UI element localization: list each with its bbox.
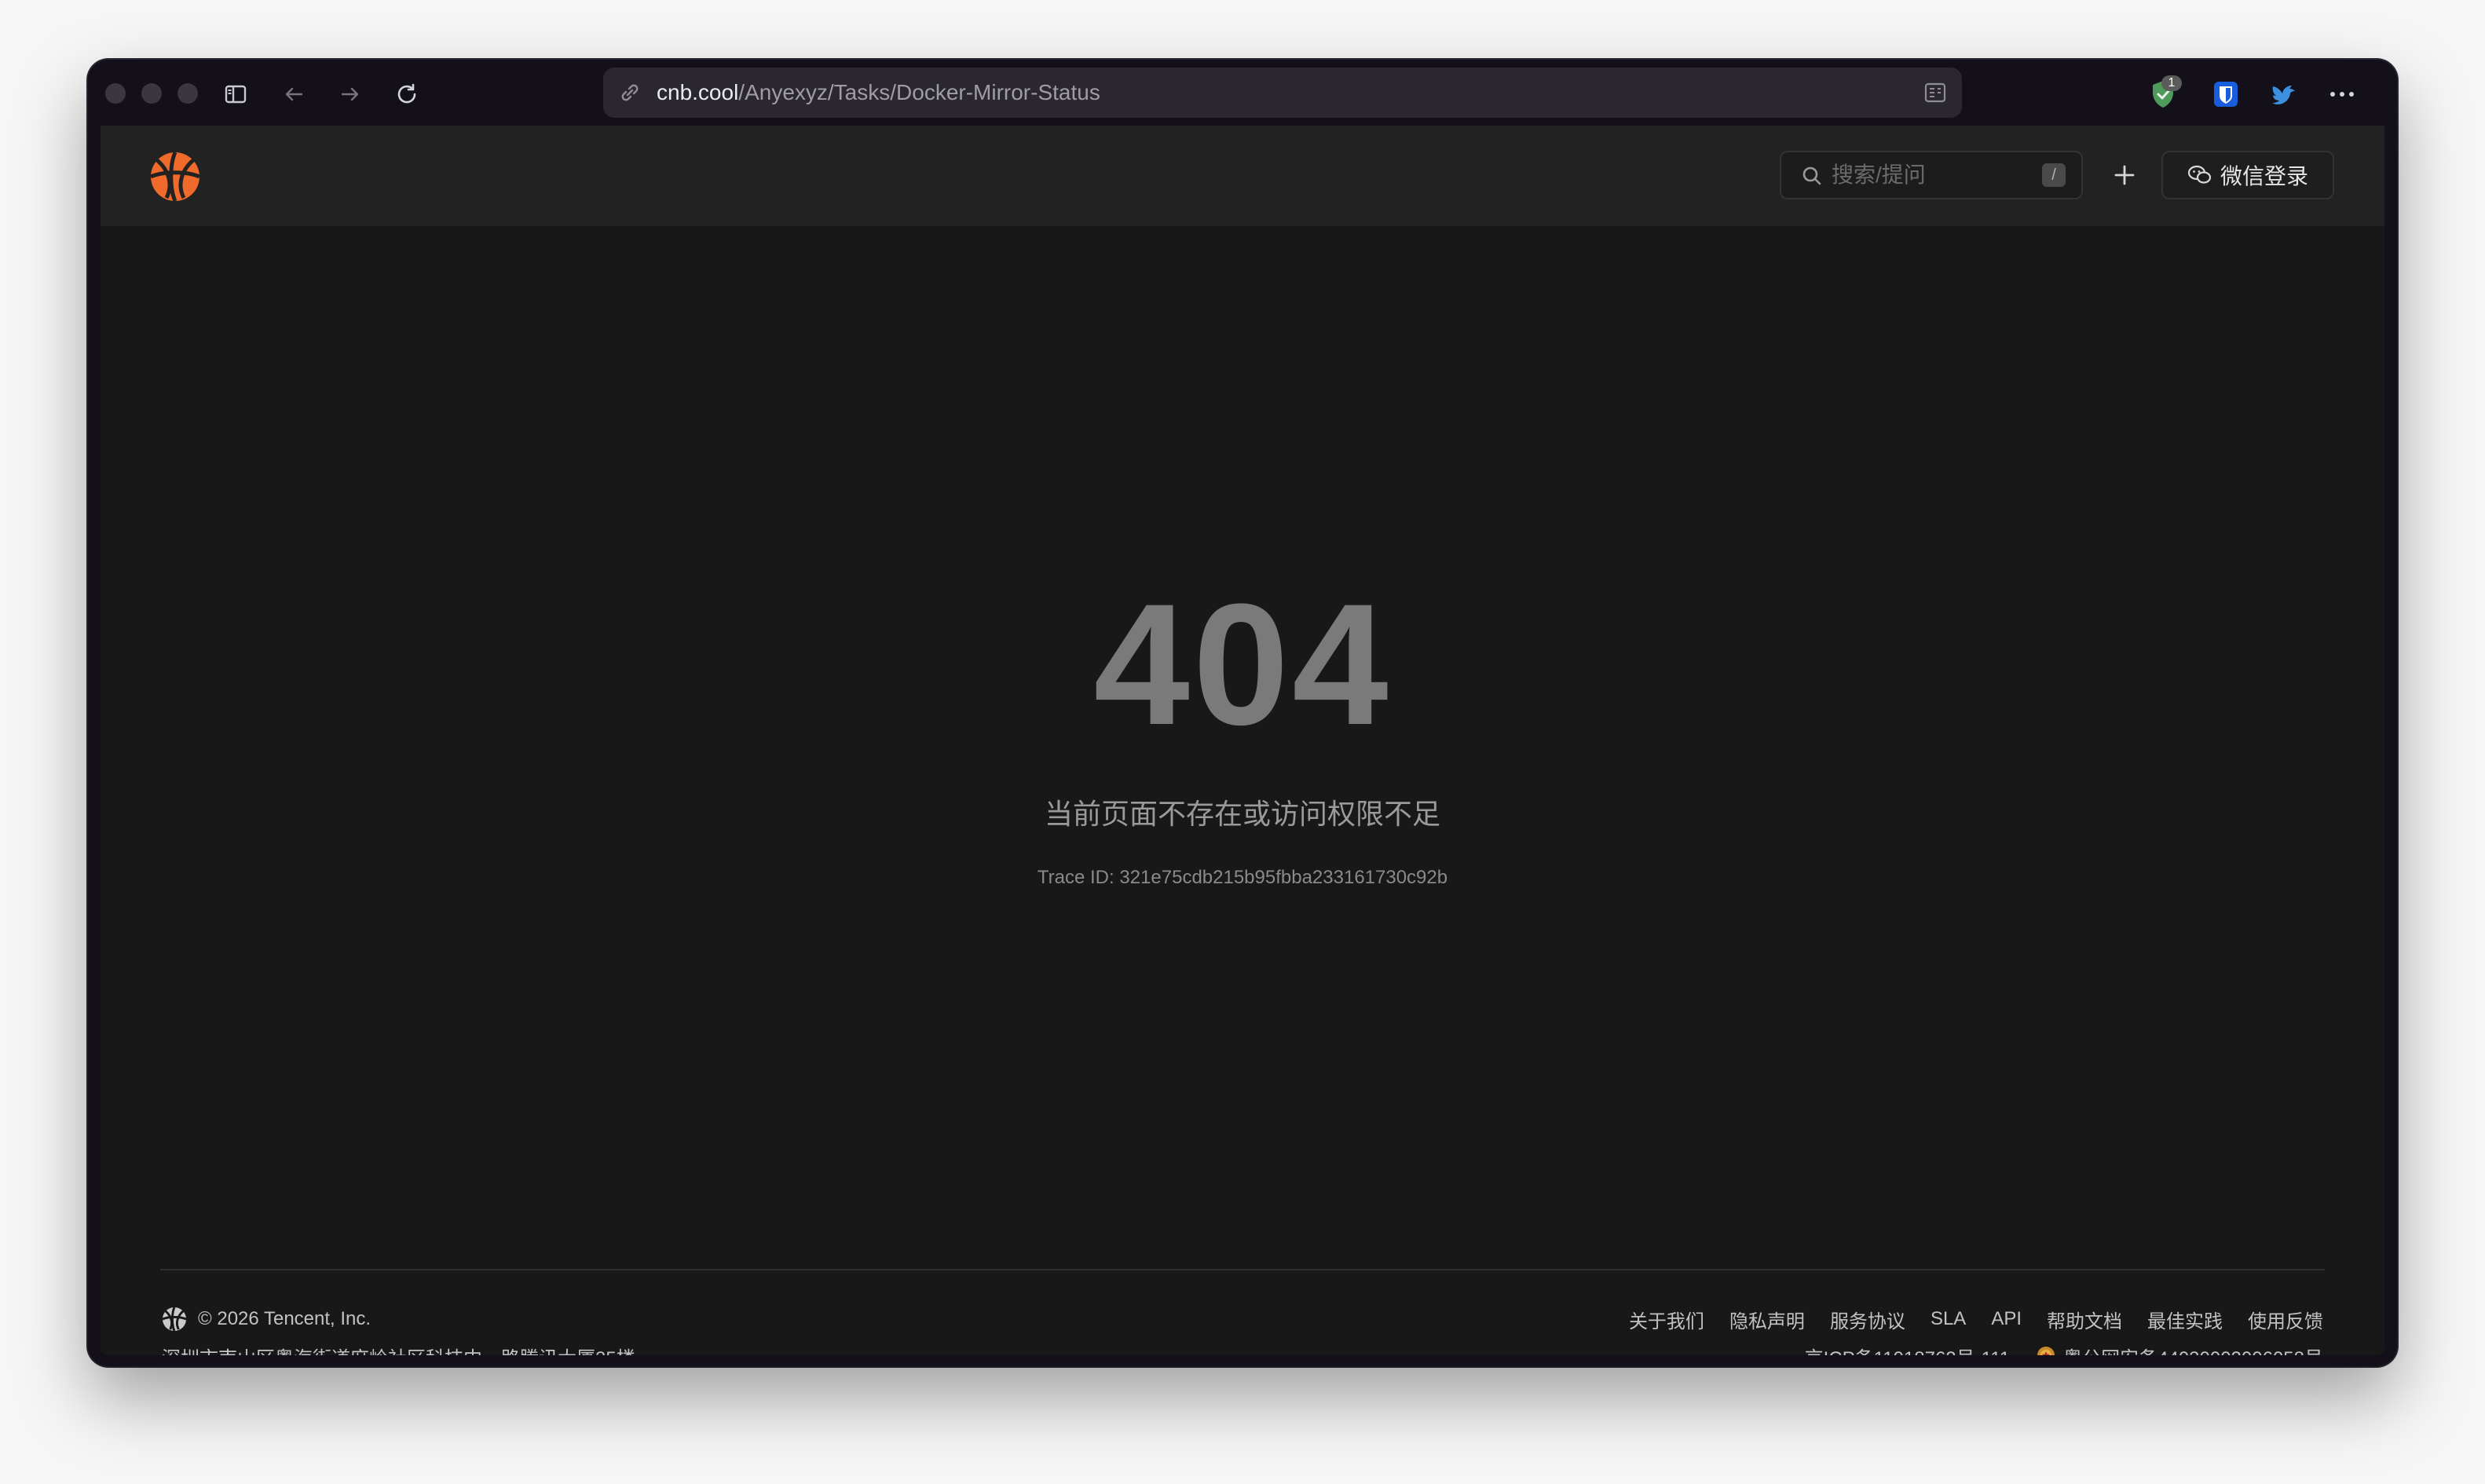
cnb-logo-icon[interactable]	[149, 151, 201, 203]
reload-button[interactable]	[390, 77, 424, 111]
footer-link-api[interactable]: API	[1991, 1308, 2022, 1330]
browser-window: cnb.cool/Anyexyz/Tasks/Docker-Mirror-Sta…	[88, 60, 2397, 1366]
minimize-window-button[interactable]	[141, 83, 162, 104]
copyright-text: © 2026 Tencent, Inc.	[198, 1308, 371, 1329]
footer-info: © 2026 Tencent, Inc. 深圳市南山区粤海街道麻岭社区科技中一路…	[162, 1305, 635, 1355]
footer-link-about[interactable]: 关于我们	[1629, 1306, 1704, 1333]
sidebar-toggle-icon[interactable]	[218, 77, 253, 111]
shield-extension-icon[interactable]: 1	[2144, 75, 2182, 113]
footer-links: 关于我们 隐私声明 服务协议 SLA API 帮助文档 最佳实践 使用反馈	[1629, 1305, 2323, 1333]
bitwarden-icon[interactable]	[2207, 75, 2245, 113]
footer-link-privacy[interactable]: 隐私声明	[1729, 1306, 1805, 1333]
icp-link[interactable]: 京ICP备11018762号-111	[1805, 1343, 2010, 1355]
bird-extension-icon[interactable]	[2265, 75, 2303, 113]
page-viewport: 搜索/提问 / 微信登录 404 当前页面不存在或访问权限不足 Trace ID…	[101, 126, 2384, 1355]
police-badge-icon	[2037, 1346, 2055, 1355]
error-message: 当前页面不存在或访问权限不足	[1044, 798, 1440, 830]
footer-link-feedback[interactable]: 使用反馈	[2248, 1306, 2323, 1333]
error-code: 404	[1093, 568, 1392, 761]
trace-id: Trace ID: 321e75cdb215b95fbba233161730c9…	[1037, 867, 1448, 888]
plus-icon	[2114, 165, 2135, 185]
footer-registration: 京ICP备11018762号-111 粤公网安备44030002006058号	[1805, 1343, 2323, 1355]
search-box[interactable]: 搜索/提问 /	[1780, 151, 2083, 199]
back-button[interactable]	[276, 77, 311, 111]
footer-address: 深圳市南山区粤海街道麻岭社区科技中一路腾讯大厦35楼	[162, 1343, 635, 1355]
link-icon	[621, 84, 639, 101]
police-record[interactable]: 粤公网安备44030002006058号	[2035, 1343, 2323, 1355]
footer-copyright: © 2026 Tencent, Inc.	[162, 1305, 635, 1333]
reader-view-icon[interactable]	[1923, 80, 1948, 105]
footer-divider	[160, 1269, 2325, 1270]
forward-button[interactable]	[333, 77, 368, 111]
extension-badge: 1	[2161, 75, 2182, 91]
reload-icon	[397, 83, 416, 104]
address-bar[interactable]: cnb.cool/Anyexyz/Tasks/Docker-Mirror-Sta…	[603, 68, 1962, 118]
browser-toolbar: cnb.cool/Anyexyz/Tasks/Docker-Mirror-Sta…	[88, 60, 2397, 126]
cnb-footer-logo-icon	[162, 1307, 187, 1332]
site-header: 搜索/提问 / 微信登录	[101, 126, 2384, 226]
footer-link-docs[interactable]: 帮助文档	[2047, 1306, 2122, 1333]
footer-link-sla[interactable]: SLA	[1931, 1308, 1966, 1330]
search-shortcut-hint: /	[2042, 163, 2066, 187]
search-icon	[1802, 166, 1821, 185]
arrow-left-icon	[285, 87, 303, 101]
footer-link-best-practices[interactable]: 最佳实践	[2147, 1306, 2223, 1333]
zoom-window-button[interactable]	[178, 83, 198, 104]
login-label: 微信登录	[2220, 164, 2308, 188]
footer-link-terms[interactable]: 服务协议	[1830, 1306, 1905, 1333]
wechat-login-button[interactable]: 微信登录	[2161, 151, 2334, 199]
create-button[interactable]	[2100, 151, 2149, 199]
wechat-icon	[2187, 165, 2212, 184]
url-text: cnb.cool/Anyexyz/Tasks/Docker-Mirror-Sta…	[657, 80, 1100, 104]
more-icon[interactable]	[2323, 75, 2361, 113]
arrow-right-icon	[341, 87, 359, 101]
search-placeholder: 搜索/提问	[1832, 163, 1926, 187]
close-window-button[interactable]	[105, 83, 126, 104]
police-record-text: 粤公网安备44030002006058号	[2063, 1343, 2323, 1355]
